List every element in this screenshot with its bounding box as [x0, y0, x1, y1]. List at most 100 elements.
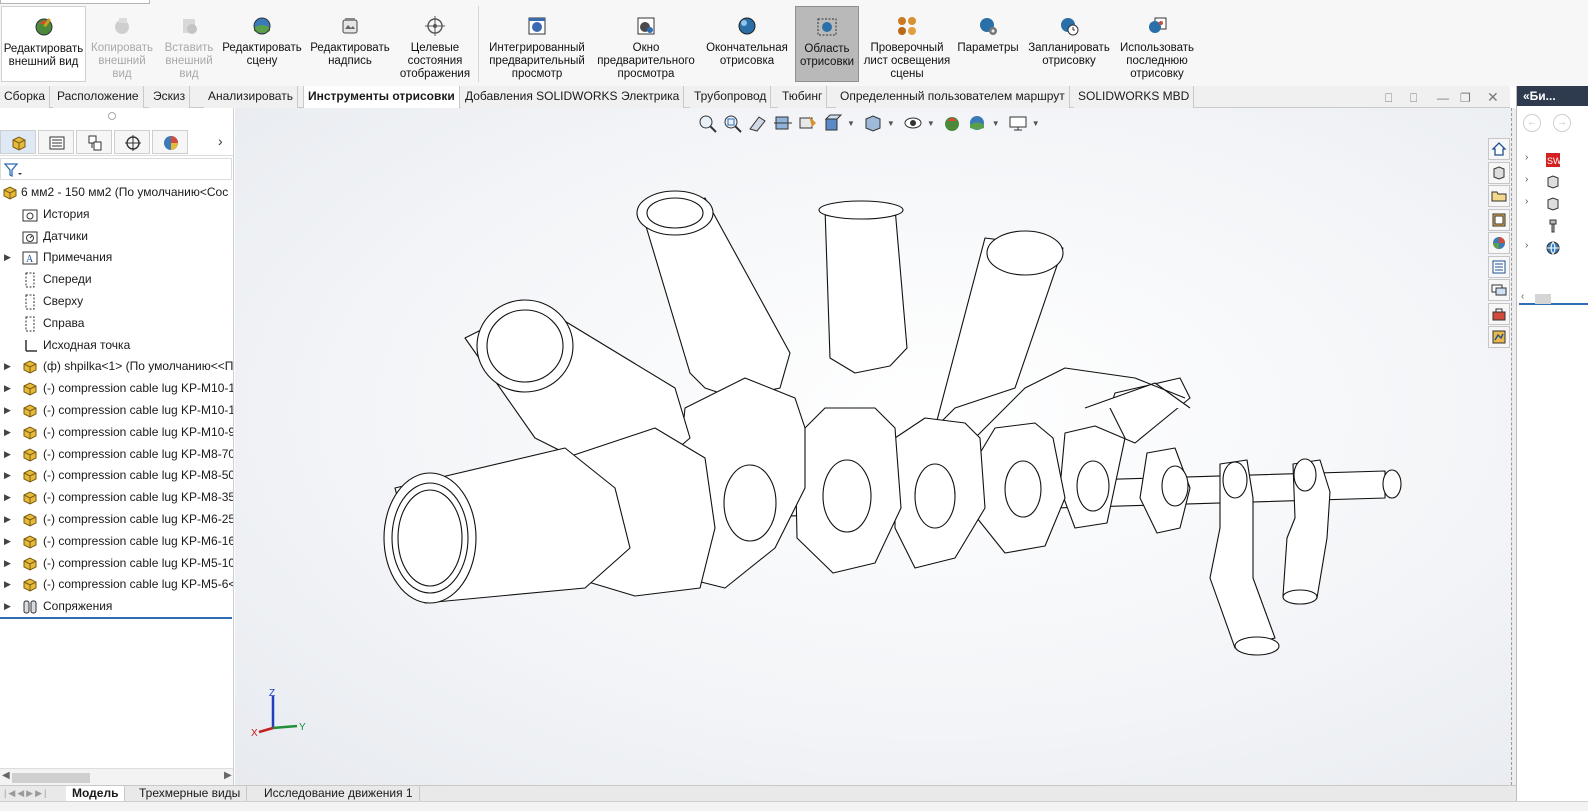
tree-item[interactable]: ▶ (-) compression cable lug KP-M8-35	[0, 487, 233, 509]
toolbox-tab[interactable]	[1488, 302, 1510, 325]
tab-motion-study[interactable]: Исследование движения 1	[258, 786, 420, 801]
paste-appearance-button[interactable]: Вставить внешний вид	[157, 6, 221, 82]
tab-solidworks-mbd[interactable]: SOLIDWORKS MBD	[1074, 86, 1195, 108]
appearances-scenes-tab[interactable]	[1488, 232, 1510, 254]
expand-icon[interactable]: ›	[1525, 240, 1528, 251]
expand-arrow-icon[interactable]: ▶	[4, 247, 11, 269]
expand-arrow-icon[interactable]: ▶	[4, 531, 11, 553]
tab-solidworks-addins[interactable]: Добавления SOLIDWORKS	[461, 86, 623, 108]
dimxpert-tab[interactable]	[114, 130, 150, 154]
tree-item[interactable]: Датчики	[0, 226, 233, 248]
tree-filter[interactable]	[0, 158, 232, 180]
expand-arrow-icon[interactable]: ▶	[4, 378, 11, 400]
expand-arrow-icon[interactable]: ▶	[4, 509, 11, 531]
expand-arrow-icon[interactable]: ▶	[4, 487, 11, 509]
tree-item[interactable]: ▶ (-) compression cable lug KP-M6-25	[0, 509, 233, 531]
configuration-manager-tab[interactable]	[76, 130, 112, 154]
expand-icon[interactable]: ›	[1525, 174, 1528, 185]
edit-decal-button[interactable]: Редактировать надпись	[306, 6, 394, 82]
final-render-button[interactable]: Окончательная отрисовка	[702, 6, 792, 82]
expand-icon[interactable]: ›	[1525, 152, 1528, 163]
tree-item[interactable]: ▶ (-) compression cable lug KP-M5-10	[0, 553, 233, 575]
expand-icon[interactable]: ›	[1525, 196, 1528, 207]
tree-item[interactable]: ▶ (-) compression cable lug KP-M8-50	[0, 465, 233, 487]
solidworks-resources-tab[interactable]	[1488, 138, 1510, 160]
tree-item[interactable]: ▶ (-) compression cable lug KP-M6-16	[0, 531, 233, 553]
view-palette-tab[interactable]	[1488, 208, 1510, 231]
custom-properties-tab[interactable]	[1488, 255, 1510, 278]
tree-item[interactable]: Исходная точка	[0, 335, 233, 357]
schedule-render-button[interactable]: Запланировать отрисовку	[1024, 6, 1114, 82]
restore-icon[interactable]: ❐	[1460, 91, 1471, 105]
copy-appearance-button[interactable]: Копировать внешний вид	[88, 6, 156, 82]
scroll-thumb[interactable]	[1535, 294, 1551, 304]
tree-item[interactable]: ▶ (-) compression cable lug KP-M10-1	[0, 400, 233, 422]
display-manager-tab[interactable]	[152, 130, 188, 154]
task-pane-scrollbar[interactable]: ‹	[1519, 291, 1588, 305]
display-states-button[interactable]: Целевые состояния отображения	[396, 6, 474, 82]
property-manager-tab[interactable]	[38, 130, 74, 154]
back-nav-icon[interactable]: ←	[1523, 114, 1541, 132]
tab-sketch[interactable]: Эскиз	[149, 86, 191, 108]
minimize-icon[interactable]: —	[1437, 91, 1449, 105]
tree-root-assembly[interactable]: 6 мм2 - 150 мм2 (По умолчанию<Сос	[0, 182, 233, 204]
edit-appearance-button[interactable]: Редактировать внешний вид	[1, 6, 86, 82]
scroll-right-icon[interactable]: ▶	[224, 770, 232, 781]
tree-item[interactable]: ▶ (-) compression cable lug KP-M8-70	[0, 444, 233, 466]
tab-evaluate[interactable]: Анализировать	[204, 86, 298, 108]
expand-arrow-icon[interactable]: ▶	[4, 596, 11, 618]
expand-arrow-icon[interactable]: ▶	[4, 444, 11, 466]
file-explorer-tab[interactable]	[1488, 185, 1510, 207]
close-icon[interactable]: ✕	[1487, 89, 1499, 106]
forward-nav-icon[interactable]: →	[1553, 114, 1571, 132]
tab-scroll-arrows-icon[interactable]: |◀◀▶▶|	[4, 788, 48, 799]
forum-tab[interactable]	[1488, 279, 1510, 301]
ribbon-collapse-stub[interactable]	[0, 0, 150, 4]
tab-render-tools[interactable]: Инструменты отрисовки	[303, 86, 460, 108]
integrated-preview-button[interactable]: Интегрированный предварительный просмотр	[482, 6, 592, 82]
tab-piping[interactable]: Трубопровод	[690, 86, 772, 108]
tree-item[interactable]: Спереди	[0, 269, 233, 291]
options-button[interactable]: Параметры	[955, 6, 1021, 82]
tab-tubing[interactable]: Тюбинг	[778, 86, 828, 108]
expand-arrow-icon[interactable]: ▶	[4, 422, 11, 444]
lighting-proof-sheet-button[interactable]: Проверочный лист освещения сцены	[862, 6, 952, 82]
tree-item[interactable]: ▶ Сопряжения	[0, 596, 233, 618]
edit-scene-button[interactable]: Редактировать сцену	[221, 6, 303, 82]
expand-arrow-icon[interactable]: ▶	[4, 574, 11, 596]
expand-arrow-icon[interactable]: ▶	[4, 553, 11, 575]
scroll-thumb[interactable]	[12, 773, 90, 783]
tile-left-icon[interactable]: ⎕	[1385, 91, 1392, 106]
routing-library-tab[interactable]	[1488, 326, 1510, 348]
panel-horizontal-scrollbar[interactable]: ◀ ▶	[0, 768, 233, 785]
expand-arrow-icon[interactable]: ▶	[4, 465, 11, 487]
design-library-tab[interactable]	[1488, 161, 1510, 184]
tree-item[interactable]: Сверху	[0, 291, 233, 313]
tree-item[interactable]: ▶ (-) compression cable lug KP-M10-1	[0, 378, 233, 400]
tab-assembly[interactable]: Сборка	[0, 86, 51, 108]
tab-model[interactable]: Модель	[66, 786, 126, 801]
use-last-render-button[interactable]: Использовать последнюю отрисовку	[1117, 6, 1197, 82]
tree-item[interactable]: Справа	[0, 313, 233, 335]
tab-electrical[interactable]: Электрика	[617, 86, 685, 108]
cable-lug-assembly-model[interactable]	[235, 108, 1511, 785]
expand-arrow-icon[interactable]: ▶	[4, 356, 11, 378]
tab-user-routing[interactable]: Определенный пользователем маршрут	[836, 86, 1070, 108]
tile-right-icon[interactable]: ⎕	[1410, 91, 1417, 106]
preview-window-button[interactable]: Окно предварительного просмотра	[594, 6, 698, 82]
more-tabs-chevron-icon[interactable]: ›	[218, 133, 223, 149]
tab-3d-views[interactable]: Трехмерные виды	[133, 786, 248, 801]
tree-item[interactable]: ▶ (-) compression cable lug KP-M10-9	[0, 422, 233, 444]
tree-item[interactable]: ▶ A Примечания	[0, 247, 233, 269]
tree-item[interactable]: ▶ (-) compression cable lug KP-M5-6<	[0, 574, 233, 596]
render-region-button[interactable]: Область отрисовки	[795, 6, 859, 82]
graphics-viewport[interactable]: ▼ ▼ ▼ ▼ ▼ Z Y X	[235, 108, 1511, 785]
tree-item[interactable]: История	[0, 204, 233, 226]
expand-arrow-icon[interactable]: ▶	[4, 400, 11, 422]
feature-tree-tab[interactable]	[0, 130, 36, 154]
panel-grip-icon[interactable]	[108, 112, 116, 120]
tree-item[interactable]: ▶ (ф) shpilka<1> (По умолчанию<<П	[0, 356, 233, 378]
tab-layout[interactable]: Расположение	[53, 86, 144, 108]
scroll-left-icon[interactable]: ◀	[2, 770, 10, 781]
scroll-left-icon[interactable]: ‹	[1521, 291, 1524, 302]
